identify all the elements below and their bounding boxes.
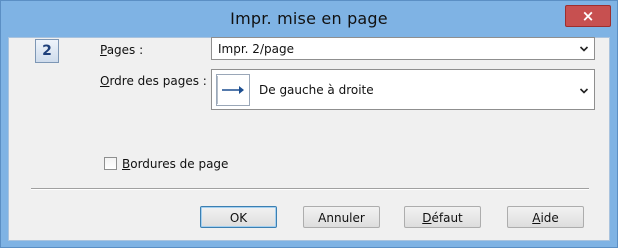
help-button[interactable]: Aide: [507, 206, 584, 228]
default-button[interactable]: Défaut: [404, 206, 481, 228]
separator: [31, 188, 589, 190]
order-label-text: rdre des pages :: [109, 74, 207, 88]
pages-dropdown-value: Impr. 2/page: [218, 42, 294, 56]
pages-label: Pages :: [100, 43, 143, 57]
close-button[interactable]: ×: [565, 5, 611, 27]
pages-dropdown[interactable]: Impr. 2/page: [211, 37, 595, 60]
page-count-icon: 2: [35, 39, 59, 63]
cancel-button[interactable]: Annuler: [303, 206, 380, 228]
order-dropdown[interactable]: De gauche à droite: [211, 69, 595, 110]
page-borders-label-text: ordures de page: [130, 157, 229, 171]
default-button-text: éfaut: [431, 211, 463, 225]
dialog-window: Impr. mise en page × 2 Pages : Impr. 2/p…: [0, 0, 618, 248]
order-label: Ordre des pages :: [100, 74, 207, 88]
close-icon: ×: [581, 7, 595, 25]
pages-label-accesskey: P: [100, 43, 107, 57]
pages-label-text: ages :: [106, 43, 144, 57]
chevron-down-icon: [579, 46, 589, 52]
page-borders-label-accesskey: B: [122, 157, 131, 171]
window-title: Impr. mise en page: [230, 9, 388, 28]
ok-button[interactable]: OK: [200, 206, 277, 228]
title-bar[interactable]: Impr. mise en page ×: [1, 1, 617, 37]
order-dropdown-value: De gauche à droite: [259, 83, 374, 97]
page-borders-checkbox[interactable]: [104, 157, 117, 170]
page-borders-label[interactable]: Bordures de page: [122, 157, 228, 171]
help-button-text: ide: [540, 211, 559, 225]
chevron-down-icon: [579, 88, 589, 94]
arrow-right-icon: [216, 74, 250, 106]
